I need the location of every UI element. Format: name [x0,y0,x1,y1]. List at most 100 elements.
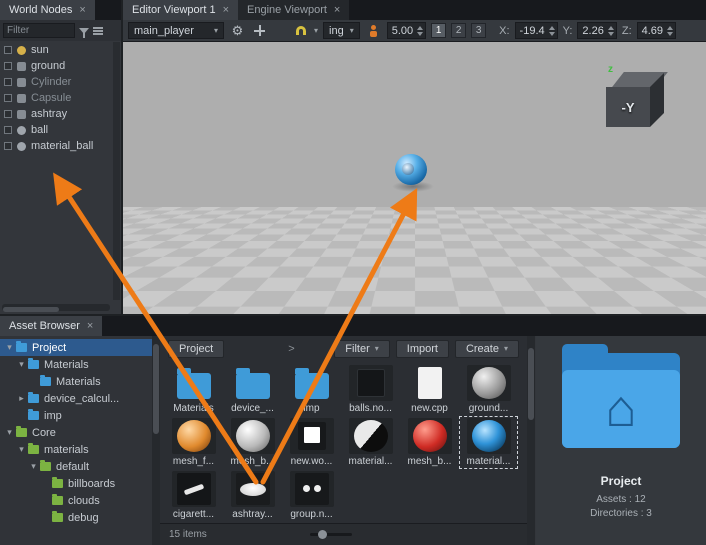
tree-item-materials-sub[interactable]: Materials [0,373,152,390]
camera-x-spinner[interactable]: -19.4 [515,22,558,39]
close-icon[interactable]: × [223,5,229,16]
spinner-arrows-icon[interactable] [667,26,673,36]
folder-icon [28,411,39,420]
scrollbar-thumb[interactable] [528,348,534,420]
expand-arrow-icon[interactable] [16,444,27,455]
tab-editor-viewport[interactable]: Editor Viewport 1 × [123,0,238,20]
asset-item[interactable]: balls.no... [341,363,400,416]
asset-item[interactable]: material... [341,416,400,469]
snapping-dropdown[interactable]: ing ▾ [323,22,360,39]
spinner-arrows-icon[interactable] [549,26,555,36]
create-dropdown-button[interactable]: Create ▾ [455,340,519,358]
tree-item-default[interactable]: default [0,458,152,475]
asset-item[interactable]: mesh_b... [400,416,459,469]
close-icon[interactable]: × [79,5,85,16]
material-sphere-thumbnail [231,418,275,454]
snap-toggle-button[interactable] [292,22,309,39]
world-nodes-horizontal-scrollbar[interactable] [2,304,110,311]
node-item-sun[interactable]: sun [0,42,113,58]
material-node-icon [17,126,26,135]
node-checkbox[interactable] [4,142,12,150]
node-item-ashtray[interactable]: ashtray [0,106,113,122]
slider-knob[interactable] [318,530,327,539]
tree-item-project[interactable]: Project [0,339,152,356]
node-checkbox[interactable] [4,110,12,118]
node-item-ground[interactable]: ground [0,58,113,74]
close-icon[interactable]: × [87,321,93,332]
hierarchy-sort-icon[interactable] [93,27,103,29]
viewport-canvas[interactable]: z -Y [123,42,706,314]
scrollbar-thumb[interactable] [153,344,159,434]
world-nodes-vertical-scrollbar[interactable] [113,42,120,300]
spinner-arrows-icon[interactable] [608,26,614,36]
spinner-arrows-icon[interactable] [417,26,423,36]
viewport-toolbar: main_player ▾ ⚙ ▾ ing ▾ 5.00 [123,20,706,42]
speed-preset-1-button[interactable]: 1 [431,23,446,38]
filter-input[interactable] [3,23,75,38]
asset-item[interactable]: group.n... [282,469,341,522]
tree-item-debug[interactable]: debug [0,509,152,526]
camera-y-spinner[interactable]: 2.26 [577,22,616,39]
tab-asset-browser[interactable]: Asset Browser × [0,316,102,336]
close-icon[interactable]: × [334,5,340,16]
asset-item-material-ball[interactable]: material... [459,416,518,469]
filter-funnel-icon[interactable] [79,28,89,34]
gizmo-front-face[interactable]: -Y [606,87,650,127]
tree-item-clouds[interactable]: clouds [0,492,152,509]
mesh-icon [17,78,26,87]
asset-item[interactable]: imp [282,363,341,416]
breadcrumb-project-button[interactable]: Project [168,340,224,358]
material-sphere-thumbnail [467,365,511,401]
asset-item[interactable]: new.wo... [282,416,341,469]
node-item-ball[interactable]: ball [0,122,113,138]
expand-arrow-icon[interactable] [16,359,27,370]
camera-speed-spinner[interactable]: 5.00 [387,22,426,39]
material-ball-object[interactable] [395,154,431,194]
camera-settings-button[interactable]: ⚙ [229,22,246,39]
node-checkbox[interactable] [4,46,12,54]
speed-preset-3-button[interactable]: 3 [471,23,486,38]
expand-arrow-icon[interactable] [28,461,39,472]
thumbnail-size-slider[interactable] [310,533,352,536]
camera-select[interactable]: main_player ▾ [128,22,224,39]
camera-speed-button[interactable] [365,22,382,39]
asset-item[interactable]: mesh_b... [223,416,282,469]
import-button[interactable]: Import [396,340,449,358]
camera-z-spinner[interactable]: 4.69 [637,22,676,39]
tree-item-materials[interactable]: Materials [0,356,152,373]
asset-item[interactable]: device_... [223,363,282,416]
tree-item-core[interactable]: Core [0,424,152,441]
speed-preset-2-button[interactable]: 2 [451,23,466,38]
navigation-gizmo-cube[interactable]: z -Y [606,72,678,136]
node-checkbox[interactable] [4,94,12,102]
node-item-material-ball[interactable]: material_ball [0,138,113,154]
asset-item[interactable]: new.cpp [400,363,459,416]
tree-item-imp[interactable]: imp [0,407,152,424]
node-checkbox[interactable] [4,62,12,70]
tab-world-nodes[interactable]: World Nodes × [0,0,95,20]
node-item-capsule[interactable]: Capsule [0,90,113,106]
scrollbar-thumb[interactable] [3,307,59,312]
node-checkbox[interactable] [4,78,12,86]
home-icon [605,383,636,435]
asset-tree-scrollbar[interactable] [152,336,160,545]
tab-editor-viewport-label: Editor Viewport 1 [132,4,216,16]
expand-arrow-icon[interactable] [16,393,27,404]
asset-grid-scrollbar[interactable] [527,336,535,545]
tree-item-billboards[interactable]: billboards [0,475,152,492]
filter-dropdown-button[interactable]: Filter ▾ [334,340,389,358]
chevron-down-icon[interactable]: ▾ [314,27,318,35]
asset-item[interactable]: mesh_f... [164,416,223,469]
node-item-cylinder[interactable]: Cylinder [0,74,113,90]
node-checkbox[interactable] [4,126,12,134]
asset-item[interactable]: Materials [164,363,223,416]
asset-item[interactable]: ashtray... [223,469,282,522]
expand-arrow-icon[interactable] [4,342,15,353]
tree-item-device-calcul[interactable]: device_calcul... [0,390,152,407]
asset-item[interactable]: cigarett... [164,469,223,522]
asset-item[interactable]: ground... [459,363,518,416]
tree-item-core-materials[interactable]: materials [0,441,152,458]
tab-engine-viewport[interactable]: Engine Viewport × [238,0,349,20]
navigation-mode-button[interactable] [251,22,268,39]
expand-arrow-icon[interactable] [4,427,15,438]
